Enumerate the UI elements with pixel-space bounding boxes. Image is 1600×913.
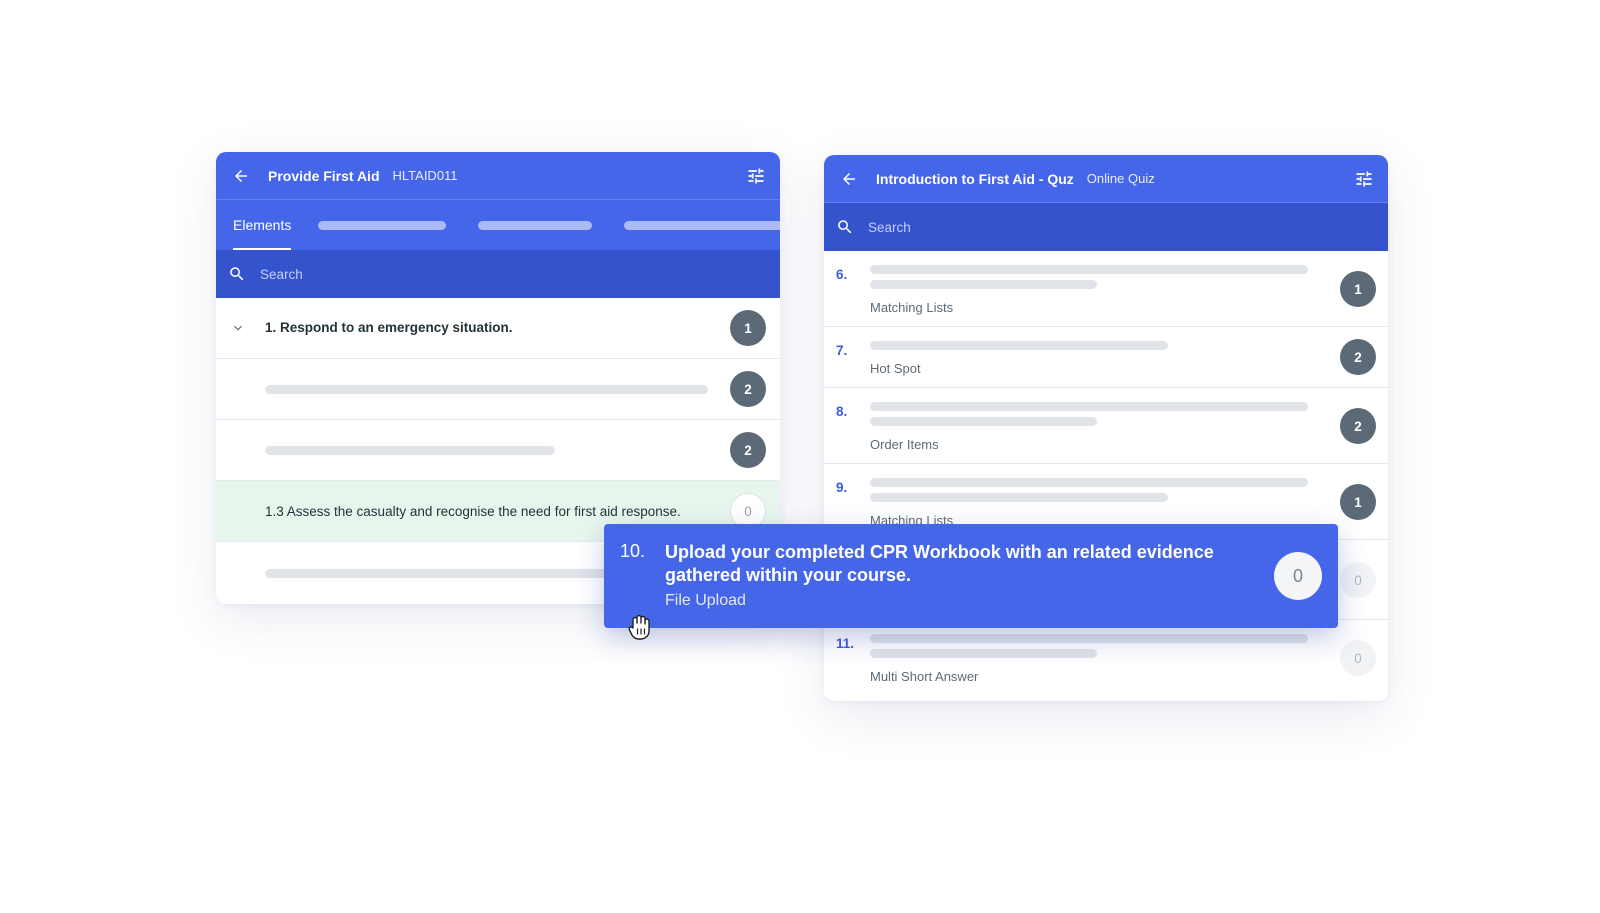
panel-title: Introduction to First Aid - Quz bbox=[876, 170, 1074, 187]
text-placeholder bbox=[870, 478, 1308, 487]
question-type: Hot Spot bbox=[870, 361, 921, 376]
question-number: 7. bbox=[836, 343, 848, 358]
text-placeholder bbox=[870, 493, 1168, 502]
question-row[interactable]: 11. Multi Short Answer 0 bbox=[824, 620, 1388, 696]
tab-bar: Elements bbox=[216, 200, 780, 250]
element-title: 1.3 Assess the casualty and recognise th… bbox=[265, 504, 681, 519]
text-placeholder bbox=[870, 265, 1308, 274]
search-icon bbox=[836, 218, 854, 236]
arrow-left-icon[interactable] bbox=[230, 165, 252, 187]
count-badge: 0 bbox=[1340, 562, 1376, 598]
text-placeholder bbox=[265, 569, 625, 578]
count-badge: 2 bbox=[730, 371, 766, 407]
count-badge: 0 bbox=[1274, 552, 1322, 600]
question-row[interactable]: 7. Hot Spot 2 bbox=[824, 327, 1388, 388]
question-type: Multi Short Answer bbox=[870, 669, 979, 684]
sliders-icon[interactable] bbox=[744, 164, 768, 188]
dragged-question-card[interactable]: 10. Upload your completed CPR Workbook w… bbox=[604, 524, 1338, 628]
count-badge: 0 bbox=[1340, 640, 1376, 676]
unit-code: HLTAID011 bbox=[392, 168, 458, 183]
question-number: 6. bbox=[836, 267, 848, 282]
question-number: 10. bbox=[620, 541, 646, 561]
grab-hand-icon bbox=[628, 614, 650, 640]
tab-placeholder[interactable] bbox=[624, 221, 780, 230]
count-badge: 1 bbox=[730, 310, 766, 346]
count-badge: 2 bbox=[1340, 339, 1376, 375]
tab-placeholder[interactable] bbox=[318, 221, 446, 230]
question-text: Upload your completed CPR Workbook with … bbox=[665, 542, 1214, 585]
question-row[interactable]: 8. Order Items 2 bbox=[824, 388, 1388, 464]
text-placeholder bbox=[870, 402, 1308, 411]
element-title: 1. Respond to an emergency situation. bbox=[265, 320, 513, 335]
text-placeholder bbox=[870, 280, 1097, 289]
tab-placeholder[interactable] bbox=[478, 221, 592, 230]
text-placeholder bbox=[870, 341, 1168, 350]
chevron-down-icon[interactable] bbox=[230, 320, 246, 336]
text-placeholder bbox=[870, 634, 1308, 643]
count-badge: 2 bbox=[1340, 408, 1376, 444]
text-placeholder bbox=[870, 649, 1097, 658]
count-badge: 1 bbox=[1340, 484, 1376, 520]
search-bar bbox=[216, 250, 780, 298]
sliders-icon[interactable] bbox=[1352, 167, 1376, 191]
list-item[interactable]: 1. Respond to an emergency situation. 1 bbox=[216, 298, 780, 359]
text-placeholder bbox=[265, 385, 708, 394]
question-type: File Upload bbox=[665, 592, 746, 609]
question-number: 11. bbox=[836, 636, 855, 651]
question-number: 8. bbox=[836, 404, 848, 419]
question-type: Order Items bbox=[870, 437, 939, 452]
search-input[interactable] bbox=[260, 266, 660, 282]
quiz-panel-header: Introduction to First Aid - Quz Online Q… bbox=[824, 155, 1388, 203]
count-badge: 1 bbox=[1340, 271, 1376, 307]
arrow-left-icon[interactable] bbox=[838, 168, 860, 190]
search-icon bbox=[228, 265, 246, 283]
tab-elements[interactable]: Elements bbox=[233, 200, 292, 250]
count-badge: 2 bbox=[730, 432, 766, 468]
elements-panel-header: Provide First Aid HLTAID011 bbox=[216, 152, 780, 200]
search-input[interactable] bbox=[868, 219, 1268, 235]
question-type: Matching Lists bbox=[870, 300, 954, 315]
list-item[interactable]: 2 bbox=[216, 420, 780, 481]
list-item[interactable]: 2 bbox=[216, 359, 780, 420]
text-placeholder bbox=[265, 446, 555, 455]
question-number: 9. bbox=[836, 480, 848, 495]
text-placeholder bbox=[870, 417, 1097, 426]
question-row[interactable]: 6. Matching Lists 1 bbox=[824, 251, 1388, 327]
panel-title: Provide First Aid bbox=[268, 167, 380, 184]
search-bar bbox=[824, 203, 1388, 251]
quiz-type: Online Quiz bbox=[1086, 171, 1155, 186]
